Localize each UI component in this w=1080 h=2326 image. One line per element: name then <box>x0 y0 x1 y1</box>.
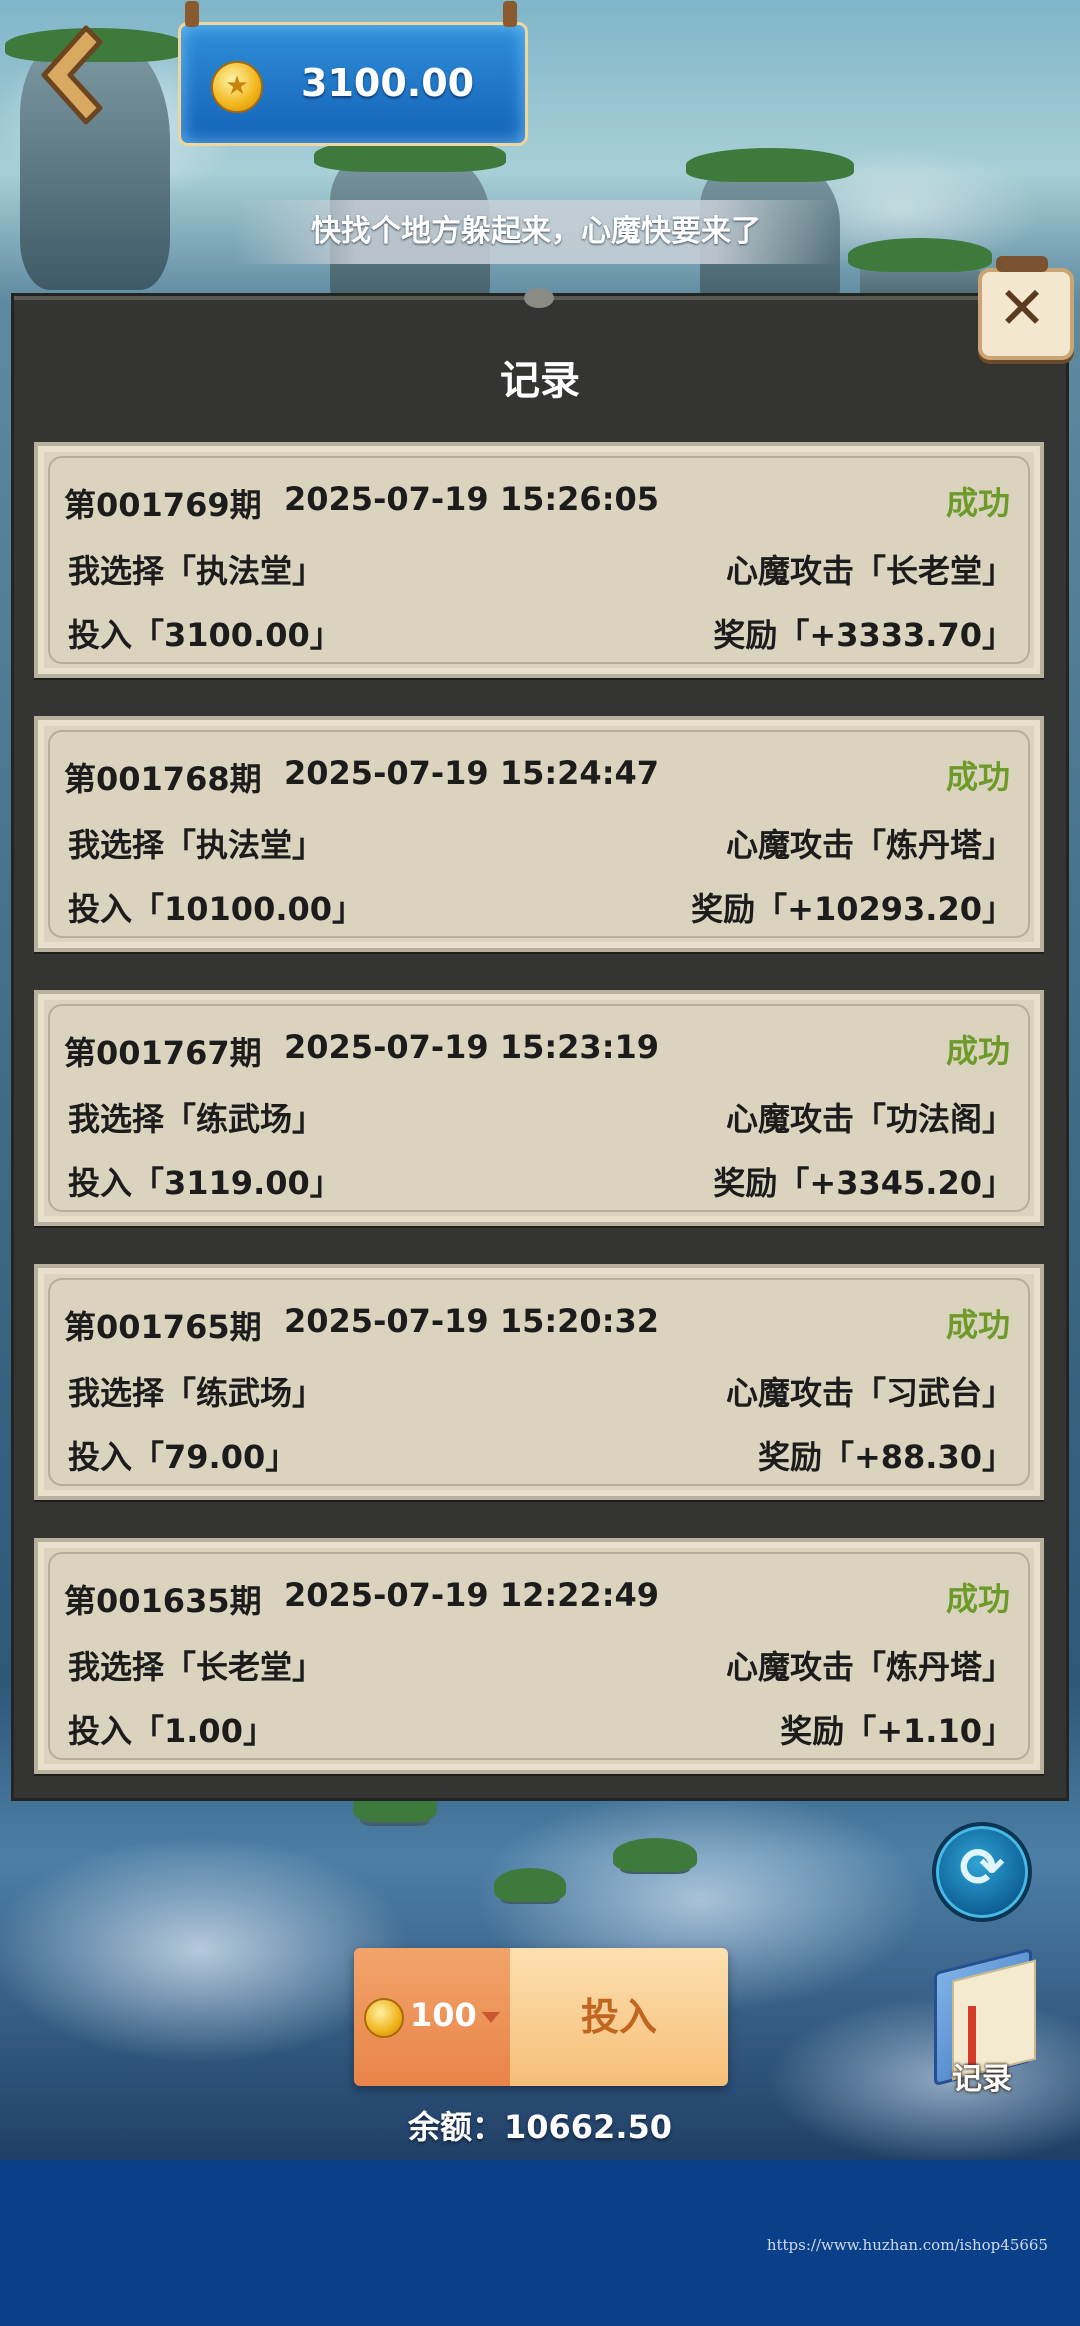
record-card: 第001765期 2025-07-19 15:20:32 成功 我选择「练武场」… <box>34 1264 1044 1500</box>
record-status: 成功 <box>945 484 1010 522</box>
record-period: 第001767期 <box>64 1034 262 1072</box>
plaque-rope <box>185 1 199 27</box>
record-period: 第001765期 <box>64 1308 262 1346</box>
chevron-left-icon <box>41 25 103 125</box>
bet-amount-selector[interactable]: 100 <box>354 1948 510 2086</box>
record-attack: 心魔攻击「炼丹塔」 <box>725 826 1014 864</box>
bet-amount-value: 100 <box>410 1996 477 2034</box>
record-choice: 我选择「练武场」 <box>68 1374 325 1412</box>
record-status: 成功 <box>945 758 1010 796</box>
coin-icon <box>211 61 263 113</box>
record-book-button[interactable]: 记录 <box>912 1947 1052 2098</box>
record-time: 2025-07-19 12:22:49 <box>284 1576 660 1614</box>
record-choice: 我选择「执法堂」 <box>68 826 325 864</box>
record-choice: 我选择「练武场」 <box>68 1100 325 1138</box>
coin-balance-value: 3100.00 <box>301 61 475 105</box>
bet-bar: 100 投入 <box>354 1948 728 2086</box>
record-reward: 奖励「+10293.20」 <box>691 890 1014 928</box>
coin-icon <box>364 1998 404 2038</box>
record-bet: 投入「3100.00」 <box>68 616 342 654</box>
record-attack: 心魔攻击「功法阁」 <box>725 1100 1014 1138</box>
record-card: 第001769期 2025-07-19 15:26:05 成功 我选择「执法堂」… <box>34 442 1044 678</box>
coin-balance-plaque: 3100.00 <box>178 1 528 146</box>
record-time: 2025-07-19 15:20:32 <box>284 1302 660 1340</box>
record-reward: 奖励「+3345.20」 <box>713 1164 1014 1202</box>
record-bet: 投入「10100.00」 <box>68 890 365 928</box>
record-card: 第001767期 2025-07-19 15:23:19 成功 我选择「练武场」… <box>34 990 1044 1226</box>
record-period: 第001768期 <box>64 760 262 798</box>
record-bet: 投入「79.00」 <box>68 1438 298 1476</box>
floating-island <box>613 1838 697 1874</box>
record-time: 2025-07-19 15:26:05 <box>284 480 660 518</box>
record-time: 2025-07-19 15:24:47 <box>284 754 660 792</box>
record-reward: 奖励「+88.30」 <box>757 1438 1014 1476</box>
record-status: 成功 <box>945 1306 1010 1344</box>
record-reward: 奖励「+3333.70」 <box>713 616 1014 654</box>
balance-text: 余额：10662.50 <box>407 2108 673 2146</box>
hint-banner: 快找个地方躲起来，心魔快要来了 <box>236 200 836 264</box>
bet-submit-button[interactable]: 投入 <box>510 1948 728 2086</box>
plaque-rope <box>503 1 517 27</box>
record-status: 成功 <box>945 1032 1010 1070</box>
record-list[interactable]: 第001769期 2025-07-19 15:26:05 成功 我选择「执法堂」… <box>34 442 1044 1812</box>
record-bet: 投入「3119.00」 <box>68 1164 342 1202</box>
record-period: 第001635期 <box>64 1582 262 1620</box>
record-panel: 记录 第001769期 2025-07-19 15:26:05 成功 我选择「执… <box>14 288 1066 1798</box>
record-time: 2025-07-19 15:23:19 <box>284 1028 660 1066</box>
watermark: https://www.huzhan.com/ishop45665 <box>766 2236 1048 2254</box>
record-status: 成功 <box>945 1580 1010 1618</box>
close-button-cap <box>996 256 1048 272</box>
record-book-label: 记录 <box>952 2062 1012 2097</box>
record-period: 第001769期 <box>64 486 262 524</box>
record-card: 第001635期 2025-07-19 12:22:49 成功 我选择「长老堂」… <box>34 1538 1044 1774</box>
record-card: 第001768期 2025-07-19 15:24:47 成功 我选择「执法堂」… <box>34 716 1044 952</box>
record-reward: 奖励「+1.10」 <box>780 1712 1014 1750</box>
panel-ornament <box>524 288 554 308</box>
close-icon: ✕ <box>997 274 1047 342</box>
record-attack: 心魔攻击「炼丹塔」 <box>725 1648 1014 1686</box>
record-attack: 心魔攻击「长老堂」 <box>725 552 1014 590</box>
panel-title: 记录 <box>500 358 580 404</box>
floating-island <box>494 1868 566 1904</box>
back-button[interactable] <box>30 20 110 130</box>
record-attack: 心魔攻击「习武台」 <box>725 1374 1014 1412</box>
record-choice: 我选择「长老堂」 <box>68 1648 325 1686</box>
caret-down-icon <box>482 2012 500 2023</box>
close-button[interactable]: ✕ <box>978 256 1074 360</box>
refresh-icon[interactable] <box>932 1822 1032 1922</box>
record-bet: 投入「1.00」 <box>68 1712 275 1750</box>
record-choice: 我选择「执法堂」 <box>68 552 325 590</box>
